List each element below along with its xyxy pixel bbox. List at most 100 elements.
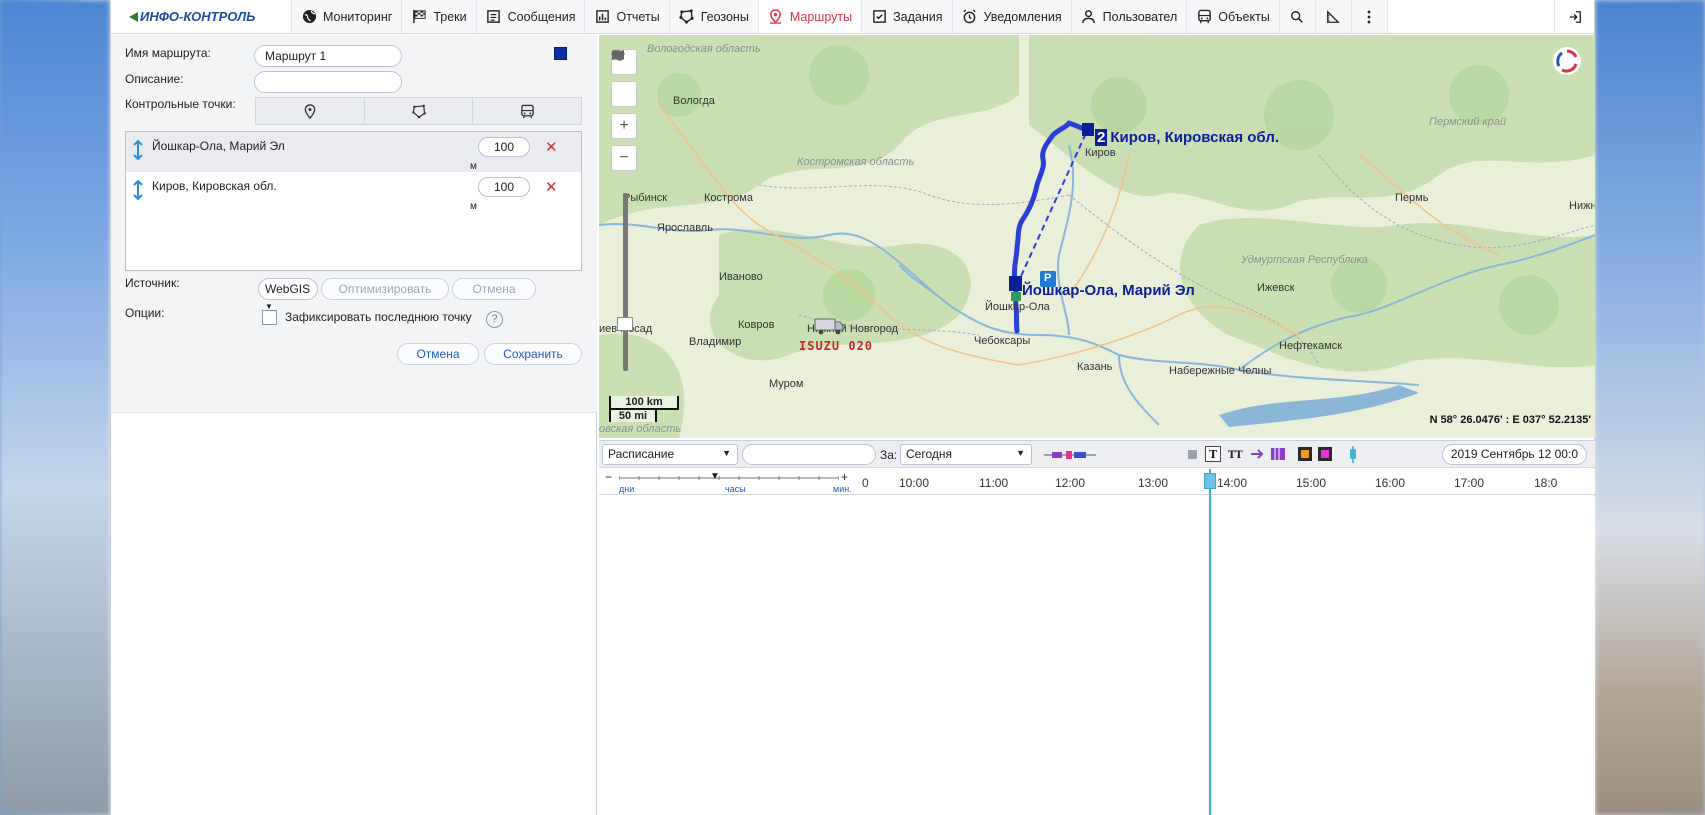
hour-label: 0 bbox=[862, 476, 869, 490]
plus-icon: + bbox=[619, 117, 629, 134]
list-item[interactable]: Йошкар-Ола, Марий Эл 100 м ✕ bbox=[126, 132, 581, 172]
timeline-scale-slider[interactable]: − + ▼ дни часы мин. bbox=[605, 470, 855, 494]
user-icon bbox=[1081, 9, 1097, 25]
nav-item-objects[interactable]: Объекты bbox=[1186, 0, 1279, 33]
bars-icon[interactable] bbox=[1270, 446, 1286, 462]
nav-item-users[interactable]: Пользовател bbox=[1070, 0, 1187, 33]
map-layers-button[interactable] bbox=[611, 49, 637, 107]
checkpoint-radius-input[interactable]: 100 bbox=[478, 137, 530, 157]
checkpoint-list: Йошкар-Ола, Марий Эл 100 м ✕ Киров, Киро… bbox=[125, 131, 582, 271]
map-city-label: Набережные Челны bbox=[1169, 365, 1272, 377]
timeline-cursor-line[interactable] bbox=[1209, 469, 1211, 815]
timeline-mode-select[interactable]: Расписание ▼ bbox=[602, 444, 738, 465]
route-point-label: 1Йошкар-Ола, Марий Эл bbox=[1022, 282, 1195, 299]
map-region-label: Удмуртская Республика bbox=[1241, 254, 1368, 266]
svg-text:T: T bbox=[1209, 448, 1218, 461]
vehicle-label: ISUZU 020 bbox=[799, 339, 874, 353]
nav-item-notifications[interactable]: Уведомления bbox=[951, 0, 1071, 33]
timeline-filter-input[interactable] bbox=[742, 444, 876, 465]
search-button[interactable] bbox=[1278, 0, 1315, 33]
timeline-body[interactable] bbox=[599, 496, 1595, 815]
minus-icon: − bbox=[619, 149, 629, 166]
app-logo[interactable]: ИНФО-КОНТРОЛЬ bbox=[111, 0, 291, 33]
nav-item-geozones[interactable]: Геозоны bbox=[668, 0, 758, 33]
logo-text: ИНФО-КОНТРОЛЬ bbox=[140, 9, 256, 24]
period-select[interactable]: Сегодня ▼ bbox=[900, 444, 1032, 465]
ruler-button[interactable] bbox=[1314, 0, 1351, 33]
zoom-in-button[interactable]: + bbox=[611, 113, 637, 139]
list-item[interactable]: Киров, Кировская обл. 100 м ✕ bbox=[126, 172, 581, 212]
zoom-slider-track[interactable] bbox=[623, 193, 628, 371]
description-input[interactable] bbox=[254, 71, 402, 93]
map-region-label: Пермский край bbox=[1429, 116, 1507, 128]
nav-item-tasks[interactable]: Задания bbox=[861, 0, 952, 33]
timeline-date-input[interactable]: 2019 Сентябрь 12 00:0 bbox=[1441, 444, 1587, 465]
map-city-label: Казань bbox=[1077, 361, 1113, 373]
scale-mi: 50 mi bbox=[609, 410, 657, 422]
map-city-label: Нижн bbox=[1569, 200, 1595, 212]
source-value: WebGIS bbox=[265, 282, 311, 296]
fix-last-point-checkbox[interactable] bbox=[262, 310, 277, 325]
magenta-square-icon[interactable] bbox=[1317, 446, 1333, 462]
route-point-label: 2 Киров, Кировская обл. bbox=[1095, 129, 1279, 146]
logout-button[interactable] bbox=[1554, 0, 1594, 33]
scale-plus[interactable]: + bbox=[841, 470, 848, 484]
scale-handle-icon[interactable]: ▼ bbox=[710, 471, 720, 482]
delete-icon[interactable]: ✕ bbox=[545, 138, 558, 156]
report-chart-icon bbox=[594, 9, 610, 25]
text-tt-icon[interactable]: TT bbox=[1227, 446, 1243, 462]
help-icon[interactable]: ? bbox=[486, 311, 503, 328]
hour-label: 12:00 bbox=[1055, 476, 1086, 490]
parking-icon[interactable]: P bbox=[1044, 272, 1051, 284]
nav-item-tracks[interactable]: Треки bbox=[401, 0, 476, 33]
route-name-label: Имя маршрута: bbox=[125, 46, 211, 60]
map-region-label: Вологодская область bbox=[647, 43, 761, 55]
cancel-button[interactable]: Отмена bbox=[397, 343, 479, 365]
route-color-swatch[interactable] bbox=[554, 47, 567, 60]
zoom-slider-handle[interactable] bbox=[617, 317, 633, 331]
scale-minus[interactable]: − bbox=[605, 470, 612, 484]
map-city-label: Ковров bbox=[738, 319, 775, 331]
delete-icon[interactable]: ✕ bbox=[545, 178, 558, 196]
cancel-source-button[interactable]: Отмена bbox=[452, 278, 536, 300]
tab-checkpoint-object[interactable] bbox=[473, 98, 581, 124]
search-icon bbox=[1291, 10, 1304, 23]
hour-label: 11:00 bbox=[979, 476, 1009, 490]
save-button[interactable]: Сохранить bbox=[484, 343, 582, 365]
optimize-button[interactable]: Оптимизировать bbox=[321, 278, 449, 300]
nav-item-reports[interactable]: Отчеты bbox=[584, 0, 669, 33]
nav-item-routes[interactable]: Маршруты bbox=[757, 0, 862, 33]
more-menu-button[interactable] bbox=[1350, 0, 1387, 33]
text-t-icon[interactable]: T bbox=[1205, 446, 1221, 462]
nav-item-messages[interactable]: Сообщения bbox=[475, 0, 585, 33]
tab-checkpoint-geozone[interactable] bbox=[365, 98, 474, 124]
hour-label: 15:00 bbox=[1296, 476, 1327, 490]
map-city-label: Иваново bbox=[719, 271, 763, 283]
source-select[interactable]: WebGIS ▼ bbox=[258, 278, 318, 311]
map-view[interactable]: Вологодская область Костромская область … bbox=[599, 35, 1595, 438]
nav-label: Отчеты bbox=[616, 9, 660, 24]
route-editor-panel: Имя маршрута: Описание: Контрольные точк… bbox=[111, 35, 597, 815]
map-pin-icon bbox=[304, 103, 316, 119]
lamp-icon[interactable] bbox=[1347, 446, 1359, 464]
nav-label: Объекты bbox=[1218, 9, 1270, 24]
arrow-right-icon[interactable] bbox=[1250, 447, 1266, 461]
map-toolbar: + − bbox=[611, 49, 637, 177]
timeline-cursor-handle[interactable] bbox=[1204, 473, 1216, 489]
map-provider-logo[interactable] bbox=[1553, 47, 1581, 75]
chevron-down-icon: ▼ bbox=[1016, 448, 1025, 458]
hour-label: 16:00 bbox=[1375, 476, 1406, 490]
orange-square-icon[interactable] bbox=[1297, 446, 1313, 462]
vehicle-marker[interactable] bbox=[814, 317, 844, 335]
zoom-out-button[interactable]: − bbox=[611, 145, 637, 171]
drag-handle-icon[interactable] bbox=[133, 180, 143, 200]
drag-handle-icon[interactable] bbox=[133, 140, 143, 160]
tab-checkpoint-point[interactable] bbox=[256, 98, 365, 124]
nav-label: Маршруты bbox=[789, 9, 853, 24]
checkpoint-radius-input[interactable]: 100 bbox=[478, 177, 530, 197]
nav-item-monitoring[interactable]: Мониторинг bbox=[291, 0, 402, 33]
route-name-input[interactable] bbox=[254, 45, 402, 67]
checkpoint-name: Киров, Кировская обл. bbox=[152, 179, 277, 193]
fix-last-point-label: Зафиксировать последнюю точку bbox=[285, 310, 472, 324]
square-icon[interactable] bbox=[1188, 450, 1198, 460]
